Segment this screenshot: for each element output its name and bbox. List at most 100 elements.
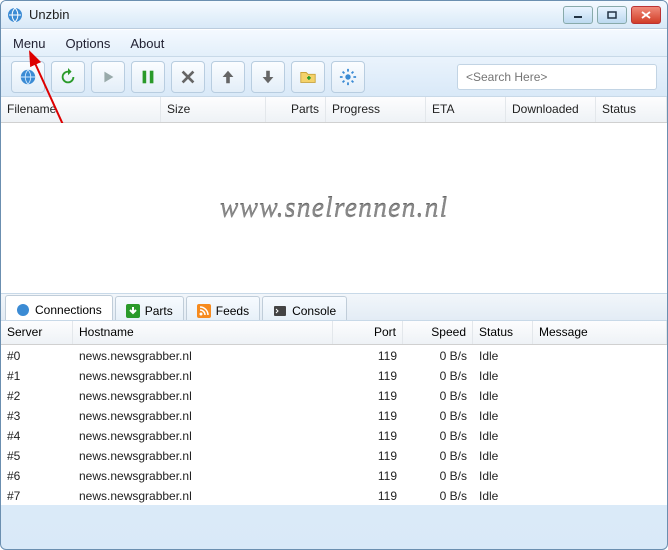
cell-port: 119 <box>333 465 403 485</box>
cell-server: #3 <box>1 405 73 425</box>
cancel-button[interactable] <box>171 61 205 93</box>
menu-menu[interactable]: Menu <box>13 36 46 51</box>
cell-server: #5 <box>1 445 73 465</box>
maximize-button[interactable] <box>597 6 627 24</box>
connection-row[interactable]: #7news.newsgrabber.nl1190 B/sIdle <box>1 485 667 505</box>
col-server[interactable]: Server <box>1 321 73 344</box>
cell-status: Idle <box>473 465 533 485</box>
menu-about[interactable]: About <box>130 36 164 51</box>
connection-row[interactable]: #0news.newsgrabber.nl1190 B/sIdle <box>1 345 667 365</box>
tab-label: Connections <box>35 303 102 317</box>
col-eta[interactable]: ETA <box>426 97 506 122</box>
downloads-header: Filename Size Parts Progress ETA Downloa… <box>1 97 667 123</box>
connection-row[interactable]: #6news.newsgrabber.nl1190 B/sIdle <box>1 465 667 485</box>
menu-options[interactable]: Options <box>66 36 111 51</box>
titlebar: Unzbin <box>1 1 667 29</box>
cell-hostname: news.newsgrabber.nl <box>73 405 333 425</box>
folder-button[interactable] <box>291 61 325 93</box>
connection-row[interactable]: #4news.newsgrabber.nl1190 B/sIdle <box>1 425 667 445</box>
col-parts[interactable]: Parts <box>266 97 326 122</box>
search-input[interactable] <box>457 64 657 90</box>
cell-hostname: news.newsgrabber.nl <box>73 445 333 465</box>
col-status[interactable]: Status <box>596 97 667 122</box>
refresh-button[interactable] <box>51 61 85 93</box>
downloads-list: www.snelrennen.nl <box>1 123 667 293</box>
cell-status: Idle <box>473 485 533 505</box>
cell-port: 119 <box>333 445 403 465</box>
col-size[interactable]: Size <box>161 97 266 122</box>
pause-button[interactable] <box>131 61 165 93</box>
tab-parts[interactable]: Parts <box>115 296 184 320</box>
app-window: Unzbin Menu Options About Filename Size … <box>0 0 668 550</box>
cell-speed: 0 B/s <box>403 445 473 465</box>
cell-port: 119 <box>333 485 403 505</box>
col-conn-status[interactable]: Status <box>473 321 533 344</box>
cell-status: Idle <box>473 345 533 365</box>
col-speed[interactable]: Speed <box>403 321 473 344</box>
cell-server: #4 <box>1 425 73 445</box>
play-button[interactable] <box>91 61 125 93</box>
connection-row[interactable]: #5news.newsgrabber.nl1190 B/sIdle <box>1 445 667 465</box>
cell-status: Idle <box>473 385 533 405</box>
rss-icon <box>197 304 211 318</box>
cell-hostname: news.newsgrabber.nl <box>73 425 333 445</box>
cell-server: #0 <box>1 345 73 365</box>
cell-hostname: news.newsgrabber.nl <box>73 345 333 365</box>
tab-feeds[interactable]: Feeds <box>186 296 260 320</box>
cell-port: 119 <box>333 365 403 385</box>
cell-server: #2 <box>1 385 73 405</box>
cell-speed: 0 B/s <box>403 425 473 445</box>
cell-status: Idle <box>473 405 533 425</box>
tab-label: Parts <box>145 304 173 318</box>
connection-row[interactable]: #2news.newsgrabber.nl1190 B/sIdle <box>1 385 667 405</box>
connections-header: Server Hostname Port Speed Status Messag… <box>1 321 667 345</box>
cell-message <box>533 485 667 505</box>
connection-row[interactable]: #3news.newsgrabber.nl1190 B/sIdle <box>1 405 667 425</box>
cell-message <box>533 365 667 385</box>
cell-server: #1 <box>1 365 73 385</box>
cell-speed: 0 B/s <box>403 365 473 385</box>
cell-port: 119 <box>333 405 403 425</box>
close-button[interactable] <box>631 6 661 24</box>
settings-button[interactable] <box>331 61 365 93</box>
watermark-text: www.snelrennen.nl <box>1 193 667 225</box>
cell-message <box>533 445 667 465</box>
cell-server: #6 <box>1 465 73 485</box>
col-progress[interactable]: Progress <box>326 97 426 122</box>
cell-hostname: news.newsgrabber.nl <box>73 365 333 385</box>
cell-status: Idle <box>473 425 533 445</box>
cell-server: #7 <box>1 485 73 505</box>
cell-hostname: news.newsgrabber.nl <box>73 385 333 405</box>
tab-connections[interactable]: Connections <box>5 295 113 320</box>
cell-port: 119 <box>333 425 403 445</box>
cell-message <box>533 385 667 405</box>
cell-speed: 0 B/s <box>403 465 473 485</box>
cell-port: 119 <box>333 385 403 405</box>
connections-list: #0news.newsgrabber.nl1190 B/sIdle#1news.… <box>1 345 667 505</box>
col-port[interactable]: Port <box>333 321 403 344</box>
tab-console[interactable]: Console <box>262 296 347 320</box>
cell-hostname: news.newsgrabber.nl <box>73 485 333 505</box>
globe-icon <box>16 303 30 317</box>
col-downloaded[interactable]: Downloaded <box>506 97 596 122</box>
col-message[interactable]: Message <box>533 321 667 344</box>
cell-speed: 0 B/s <box>403 405 473 425</box>
console-icon <box>273 304 287 318</box>
connection-row[interactable]: #1news.newsgrabber.nl1190 B/sIdle <box>1 365 667 385</box>
cell-hostname: news.newsgrabber.nl <box>73 465 333 485</box>
minimize-button[interactable] <box>563 6 593 24</box>
col-filename[interactable]: Filename <box>1 97 161 122</box>
tab-label: Feeds <box>216 304 249 318</box>
cell-speed: 0 B/s <box>403 345 473 365</box>
down-arrow-icon <box>126 304 140 318</box>
up-button[interactable] <box>211 61 245 93</box>
col-hostname[interactable]: Hostname <box>73 321 333 344</box>
cell-message <box>533 425 667 445</box>
down-button[interactable] <box>251 61 285 93</box>
cell-speed: 0 B/s <box>403 485 473 505</box>
cell-message <box>533 465 667 485</box>
toolbar <box>1 57 667 97</box>
cell-status: Idle <box>473 365 533 385</box>
globe-button[interactable] <box>11 61 45 93</box>
window-title: Unzbin <box>29 7 69 22</box>
